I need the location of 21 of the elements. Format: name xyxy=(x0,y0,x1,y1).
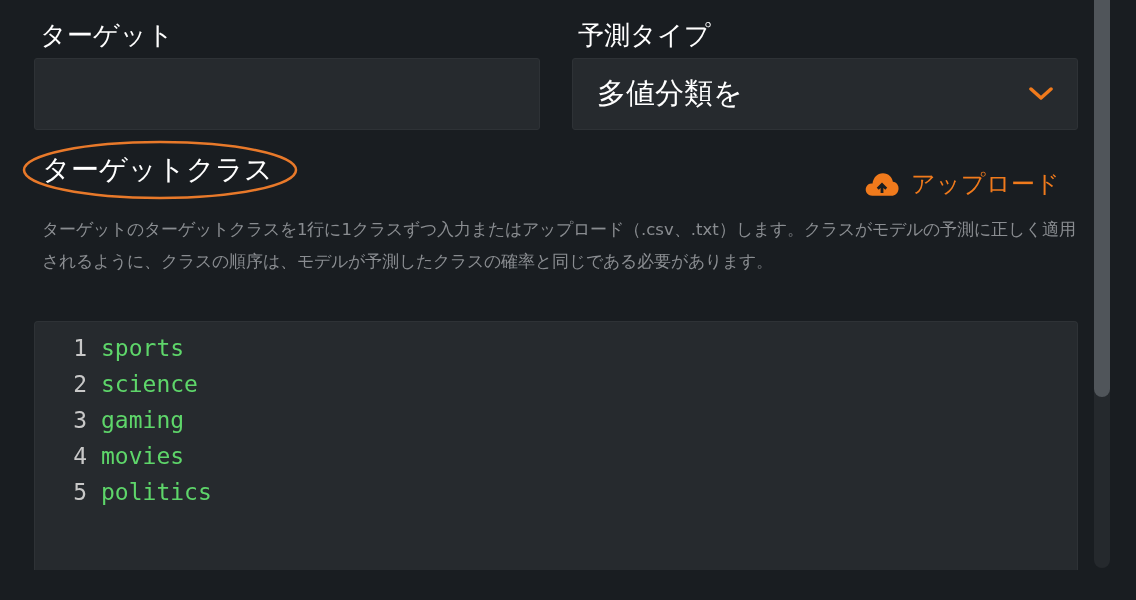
help-text: ターゲットのターゲットクラスを1行に1クラスずつ入力またはアップロード（.csv、.txt）します。クラスがモデルの予測に正しく適用されるように、クラスの順序は、モデルが予測したクラスの確率と同じである必要があります。 xyxy=(42,219,1077,273)
cloud-upload-icon xyxy=(865,171,899,197)
line-number: 2 xyxy=(72,371,88,397)
code-line: science xyxy=(101,371,198,397)
field-label: ターゲット xyxy=(39,19,175,52)
code-line: movies xyxy=(101,443,185,469)
scrollbar-thumb[interactable] xyxy=(1094,0,1110,397)
code-line: sports xyxy=(101,335,185,361)
line-number: 4 xyxy=(72,443,88,469)
section-heading: ターゲットクラス xyxy=(42,152,273,188)
line-number: 1 xyxy=(72,335,88,361)
code-editor[interactable]: 1 sports 2 science 3 gaming 4 movies 5 politics xyxy=(34,321,1078,570)
field-label: 予測タイプ xyxy=(577,19,712,52)
scrollbar-track[interactable] xyxy=(1094,0,1110,568)
line-number: 5 xyxy=(72,479,88,505)
select-field[interactable]: 多値分類を xyxy=(572,58,1078,130)
upload-button[interactable]: アップロード xyxy=(865,166,1078,202)
code-line: politics xyxy=(101,479,212,505)
chevron-down-icon xyxy=(1029,87,1053,101)
line-number: 3 xyxy=(72,407,88,433)
code-line: gaming xyxy=(101,407,185,433)
